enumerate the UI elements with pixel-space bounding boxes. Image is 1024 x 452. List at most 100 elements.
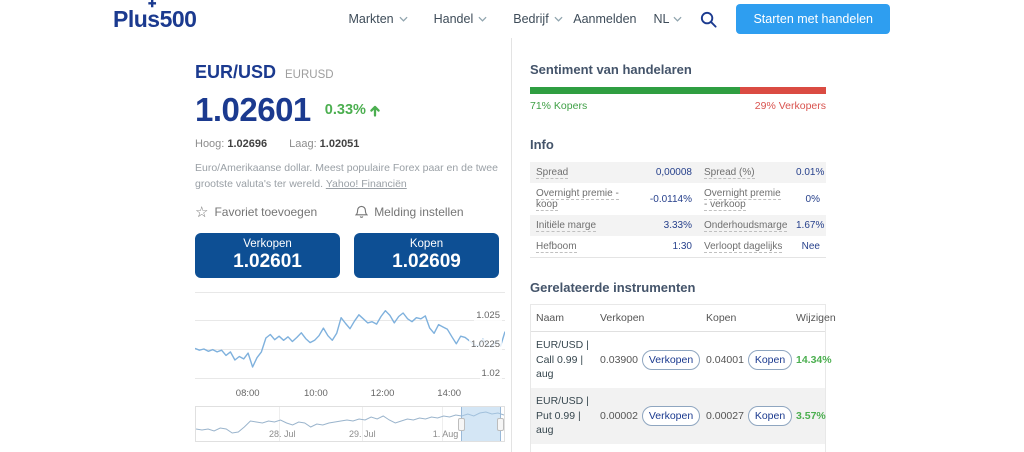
info-label[interactable]: Verloopt dagelijks bbox=[698, 236, 790, 257]
info-row: Spread 0,00008 Spread (%) 0.01% bbox=[530, 162, 826, 183]
row-buy-button[interactable]: Kopen bbox=[748, 350, 792, 371]
current-price: 1.02601 bbox=[195, 91, 311, 128]
info-label[interactable]: Initiële marge bbox=[530, 215, 628, 236]
top-header: Plus500 ✚ Markten Handel Bedrijf Aanmeld… bbox=[0, 0, 1024, 38]
add-favorite-button[interactable]: ☆ Favoriet toevoegen bbox=[195, 205, 317, 220]
high-label: Hoog: bbox=[195, 138, 225, 150]
info-label[interactable]: Onderhoudsmarge bbox=[698, 215, 790, 236]
related-instruments-table: Naam Verkopen Kopen Wijzigen EUR/USD | C… bbox=[530, 304, 836, 452]
info-value: 3.33% bbox=[663, 220, 692, 231]
sell-button[interactable]: Verkopen 1.02601 bbox=[195, 232, 340, 278]
info-value: 0% bbox=[805, 193, 820, 205]
related-title: Gerelateerde instrumenten bbox=[530, 280, 696, 295]
change-value: 14.34% bbox=[796, 354, 832, 367]
navigator-handle-right[interactable] bbox=[496, 417, 504, 431]
sentiment-title: Sentiment van handelaren bbox=[530, 62, 692, 77]
y-axis-label: 1.025 bbox=[474, 309, 502, 321]
buyers-label: 71% Kopers bbox=[530, 100, 588, 112]
info-label[interactable]: Hefboom bbox=[530, 236, 628, 257]
instrument-panel: EUR/USD EURUSD 1.02601 0.33% Hoog: 1.0269… bbox=[190, 38, 512, 452]
table-row: EUR/USD | Put 0.99 | aug 0.00002 Verkope… bbox=[531, 388, 826, 445]
navigator-date-label: 1. Aug bbox=[432, 428, 459, 439]
x-axis-label: 08:00 bbox=[235, 387, 260, 399]
main-content: EUR/USD EURUSD 1.02601 0.33% Hoog: 1.0269… bbox=[190, 38, 836, 452]
instrument-link[interactable]: EUR/USD | Call 0.995 | aug bbox=[531, 444, 595, 452]
buy-quote: 0.00027 bbox=[706, 410, 744, 423]
sentiment-section: Sentiment van handelaren 71% Kopers 29% … bbox=[530, 62, 826, 112]
info-label[interactable]: Overnight premie - verkoop bbox=[698, 183, 790, 215]
search-icon[interactable] bbox=[699, 9, 719, 29]
sell-price: 1.02601 bbox=[233, 250, 302, 272]
y-axis-label: 1.0225 bbox=[468, 338, 502, 350]
row-sell-button[interactable]: Verkopen bbox=[642, 406, 700, 427]
chart-plot-area: 1.025 1.0225 1.02 bbox=[195, 290, 505, 386]
navigator-date-label: 29. Jul bbox=[349, 428, 376, 439]
chevron-down-icon bbox=[554, 16, 563, 22]
info-value: 1:30 bbox=[672, 241, 692, 252]
info-value: 1.67% bbox=[796, 220, 825, 231]
y-axis-label: 1.02 bbox=[479, 367, 502, 379]
high-value: 1.02696 bbox=[227, 138, 268, 150]
plus500-logo[interactable]: Plus500 ✚ bbox=[113, 0, 197, 33]
info-row: Hefboom 1:30 Verloopt dagelijks Nee bbox=[530, 236, 826, 257]
arrow-up-icon bbox=[370, 105, 380, 117]
price-change: 0.33% bbox=[325, 102, 381, 118]
login-link[interactable]: Aanmelden bbox=[573, 12, 636, 26]
instrument-link[interactable]: EUR/USD | Put 0.99 | aug bbox=[531, 388, 595, 444]
navigator-selection[interactable] bbox=[457, 406, 504, 441]
row-buy-button[interactable]: Kopen bbox=[748, 406, 792, 427]
info-value: 0,00008 bbox=[655, 167, 692, 178]
col-header-wijzigen: Wijzigen bbox=[796, 312, 836, 324]
navigator-date-label: 28. Jul bbox=[268, 428, 296, 439]
bell-icon bbox=[355, 205, 369, 218]
instrument-symbol: EURUSD bbox=[285, 69, 334, 81]
instrument-link[interactable]: EUR/USD | Call 0.99 | aug bbox=[531, 332, 595, 388]
set-alert-button[interactable]: Melding instellen bbox=[355, 205, 464, 220]
sell-quote: 0.00002 bbox=[600, 410, 638, 423]
chevron-down-icon bbox=[673, 16, 683, 22]
high-low-row: Hoog: 1.02696 Laag: 1.02051 bbox=[195, 138, 499, 150]
row-sell-button[interactable]: Verkopen bbox=[642, 350, 700, 371]
sentiment-bar bbox=[530, 87, 826, 94]
navigator-handle-left[interactable] bbox=[457, 417, 465, 431]
table-header: Naam Verkopen Kopen Wijzigen bbox=[531, 305, 836, 332]
main-nav: Markten Handel Bedrijf bbox=[348, 12, 563, 26]
info-row: Initiële marge 3.33% Onderhoudsmarge 1.6… bbox=[530, 215, 826, 236]
info-title: Info bbox=[530, 137, 554, 152]
star-icon: ☆ bbox=[195, 203, 209, 221]
plus-icon: ✚ bbox=[148, 0, 156, 10]
yahoo-finance-link[interactable]: Yahoo! Financiën bbox=[326, 178, 407, 190]
buy-button[interactable]: Kopen 1.02609 bbox=[354, 232, 499, 278]
nav-item-markten[interactable]: Markten bbox=[348, 12, 408, 26]
chevron-down-icon bbox=[399, 16, 408, 22]
chart-navigator[interactable]: 28. Jul 29. Jul 1. Aug bbox=[195, 405, 505, 442]
info-label[interactable]: Overnight premie - koop bbox=[530, 183, 628, 215]
sellers-label: 29% Verkopers bbox=[754, 100, 826, 112]
related-instruments-section: Gerelateerde instrumenten Naam Verkopen … bbox=[530, 280, 836, 452]
sentiment-bar-sellers bbox=[740, 87, 826, 94]
header-right: Aanmelden NL Starten met handelen bbox=[573, 4, 890, 34]
low-label: Laag: bbox=[289, 138, 317, 150]
info-label[interactable]: Spread bbox=[530, 162, 628, 183]
x-axis-label: 14:00 bbox=[437, 387, 462, 399]
nav-item-bedrijf[interactable]: Bedrijf bbox=[513, 12, 563, 26]
chevron-down-icon bbox=[478, 16, 487, 22]
instrument-description: Euro/Amerikaanse dollar. Meest populaire… bbox=[195, 162, 498, 191]
instrument-name: EUR/USD bbox=[195, 62, 277, 82]
col-header-naam: Naam bbox=[536, 312, 565, 324]
nav-item-handel[interactable]: Handel bbox=[434, 12, 488, 26]
low-value: 1.02051 bbox=[319, 138, 360, 150]
x-axis: 08:00 10:00 12:00 14:00 bbox=[195, 388, 505, 401]
info-table: Spread 0,00008 Spread (%) 0.01% Overnigh… bbox=[530, 162, 826, 258]
details-panel: Sentiment van handelaren 71% Kopers 29% … bbox=[512, 38, 836, 452]
language-selector[interactable]: NL bbox=[653, 12, 683, 26]
start-trading-button[interactable]: Starten met handelen bbox=[736, 4, 890, 34]
change-value: 3.57% bbox=[796, 410, 826, 423]
info-value: 0.01% bbox=[796, 167, 825, 178]
info-label[interactable]: Spread (%) bbox=[698, 162, 790, 183]
col-header-verkopen: Verkopen bbox=[600, 312, 645, 324]
buy-quote: 0.04001 bbox=[706, 354, 744, 367]
sentiment-bar-buyers bbox=[530, 87, 741, 94]
buy-price: 1.02609 bbox=[392, 250, 461, 272]
table-row: EUR/USD | Call 0.995 | aug 0.03402 Verko… bbox=[531, 444, 825, 452]
